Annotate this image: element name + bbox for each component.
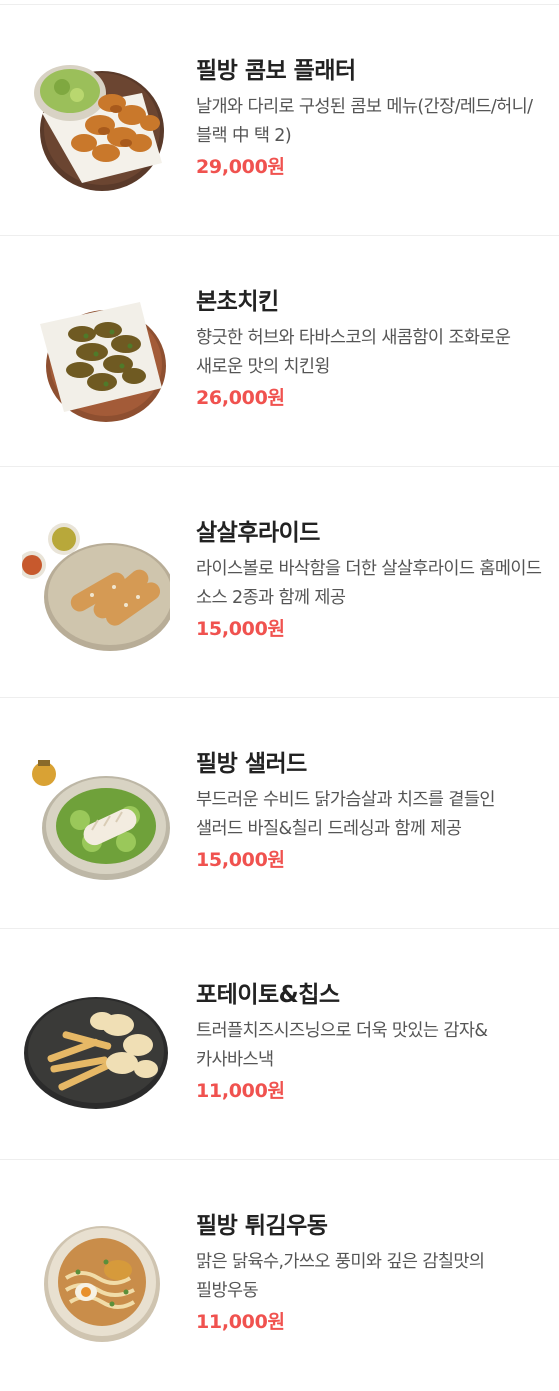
potato-chips-photo [22, 977, 170, 1117]
menu-item[interactable]: 살살후라이드 라이스볼로 바삭함을 더한 살살후라이드 홈메이드 소스 2종과 … [0, 467, 559, 698]
menu-item-price: 11,000원 [196, 1311, 285, 1333]
menu-item-description: 라이스볼로 바삭함을 더한 살살후라이드 홈메이드 소스 2종과 함께 제공 [196, 559, 542, 608]
menu-item-description: 맑은 닭육수,가쓰오 풍미와 깊은 감칠맛의 필방우동 [196, 1252, 485, 1301]
menu-item-name: 본초치킨 [196, 289, 279, 315]
menu-item[interactable]: 본초치킨 향긋한 허브와 타바스코의 새콤함이 조화로운 새로운 맛의 치킨윙 … [0, 236, 559, 467]
menu-item-price: 11,000원 [196, 1080, 285, 1102]
menu-item-name: 필방 콤보 플래터 [196, 58, 356, 84]
menu-item-description: 트러플치즈시즈닝으로 더욱 맛있는 감자&카사바스낵 [196, 1021, 488, 1070]
menu-item[interactable]: 필방 샐러드 부드러운 수비드 닭가슴살과 치즈를 곁들인 샐러드 바질&칠리 … [0, 698, 559, 929]
udon-photo [22, 1208, 170, 1348]
salad-photo [22, 746, 170, 886]
menu-item[interactable]: 필방 튀김우동 맑은 닭육수,가쓰오 풍미와 깊은 감칠맛의 필방우동 11,0… [0, 1160, 559, 1391]
menu-item-name: 살살후라이드 [196, 520, 320, 546]
menu-item-price: 29,000원 [196, 156, 285, 178]
menu-item[interactable]: 포테이토&칩스 트러플치즈시즈닝으로 더욱 맛있는 감자&카사바스낵 11,00… [0, 929, 559, 1160]
menu-list: 필방 콤보 플래터 날개와 다리로 구성된 콤보 메뉴(간장/레드/허니/블랙 … [0, 4, 559, 1391]
combo-platter-photo [22, 53, 170, 193]
menu-item-price: 26,000원 [196, 387, 285, 409]
menu-item-name: 필방 튀김우동 [196, 1213, 328, 1239]
menu-item-name: 포테이토&칩스 [196, 982, 340, 1008]
menu-item-description: 부드러운 수비드 닭가슴살과 치즈를 곁들인 샐러드 바질&칠리 드레싱과 함께… [196, 790, 495, 839]
menu-item-name: 필방 샐러드 [196, 751, 307, 777]
herb-chicken-photo [22, 284, 170, 424]
menu-item-price: 15,000원 [196, 849, 285, 871]
menu-item[interactable]: 필방 콤보 플래터 날개와 다리로 구성된 콤보 메뉴(간장/레드/허니/블랙 … [0, 5, 559, 236]
menu-item-description: 향긋한 허브와 타바스코의 새콤함이 조화로운 새로운 맛의 치킨윙 [196, 328, 511, 377]
fried-tenders-photo [22, 515, 170, 655]
menu-item-price: 15,000원 [196, 618, 285, 640]
menu-item-description: 날개와 다리로 구성된 콤보 메뉴(간장/레드/허니/블랙 中 택 2) [196, 97, 533, 146]
